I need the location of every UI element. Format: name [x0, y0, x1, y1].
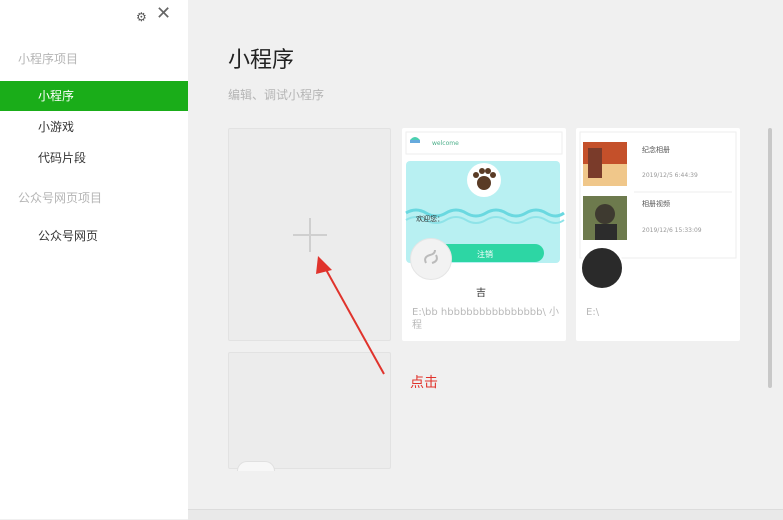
project-thumbnail: 纪念相册 2019/12/5 6:44:39 相册视频 2019/12/6 15… [579, 131, 737, 259]
thumbnail-item2-time: 2019/12/6 15:33:09 [642, 227, 702, 234]
page-title: 小程序 [228, 48, 295, 73]
sidebar-item-label: 公众号网页 [38, 229, 99, 243]
thumbnail-welcome-text: 欢迎您： [416, 214, 444, 223]
plus-icon [293, 218, 327, 252]
thumbnail-item1-title: 纪念相册 [642, 145, 670, 154]
project-avatar [237, 461, 275, 471]
thumbnail-item1-time: 2019/12/5 6:44:39 [642, 172, 698, 179]
sidebar: ⚙ ✕ 小程序项目 小程序 小游戏 代码片段 公众号网页项目 公众号网页 [0, 0, 188, 519]
sidebar-item-label: 小程序 [38, 89, 75, 103]
sidebar-item-official-web[interactable]: 公众号网页 [0, 221, 188, 251]
bottom-bar [188, 509, 783, 520]
sidebar-item-miniprogram[interactable]: 小程序 [0, 81, 188, 111]
project-avatar [580, 246, 624, 290]
thumbnail-logout-button: 注销 [477, 249, 493, 259]
sidebar-item-code-snippet[interactable]: 代码片段 [0, 143, 188, 173]
section-miniprogram-heading: 小程序项目 [18, 52, 79, 66]
close-icon[interactable]: ✕ [156, 5, 171, 23]
page-subtitle: 编辑、调试小程序 [228, 88, 325, 102]
main-panel: 小程序 编辑、调试小程序 welcome 欢迎您： 注销 吉 E:\bb hbb… [188, 0, 783, 520]
gear-icon[interactable]: ⚙ [136, 9, 147, 25]
project-name: 吉 [476, 288, 486, 299]
thumbnail-header-text: welcome [432, 140, 459, 147]
scrollbar[interactable] [768, 128, 772, 388]
section-official-heading: 公众号网页项目 [18, 191, 103, 205]
sidebar-item-label: 代码片段 [38, 151, 87, 165]
project-path: E:\ [586, 307, 600, 318]
project-card[interactable]: 纪念相册 2019/12/5 6:44:39 相册视频 2019/12/6 15… [576, 128, 740, 341]
thumbnail-item2-title: 相册视频 [642, 199, 670, 208]
sidebar-item-minigame[interactable]: 小游戏 [0, 112, 188, 142]
sidebar-item-label: 小游戏 [38, 120, 75, 134]
annotation-arrow [316, 256, 385, 375]
annotation-text: 点击 [410, 375, 438, 391]
